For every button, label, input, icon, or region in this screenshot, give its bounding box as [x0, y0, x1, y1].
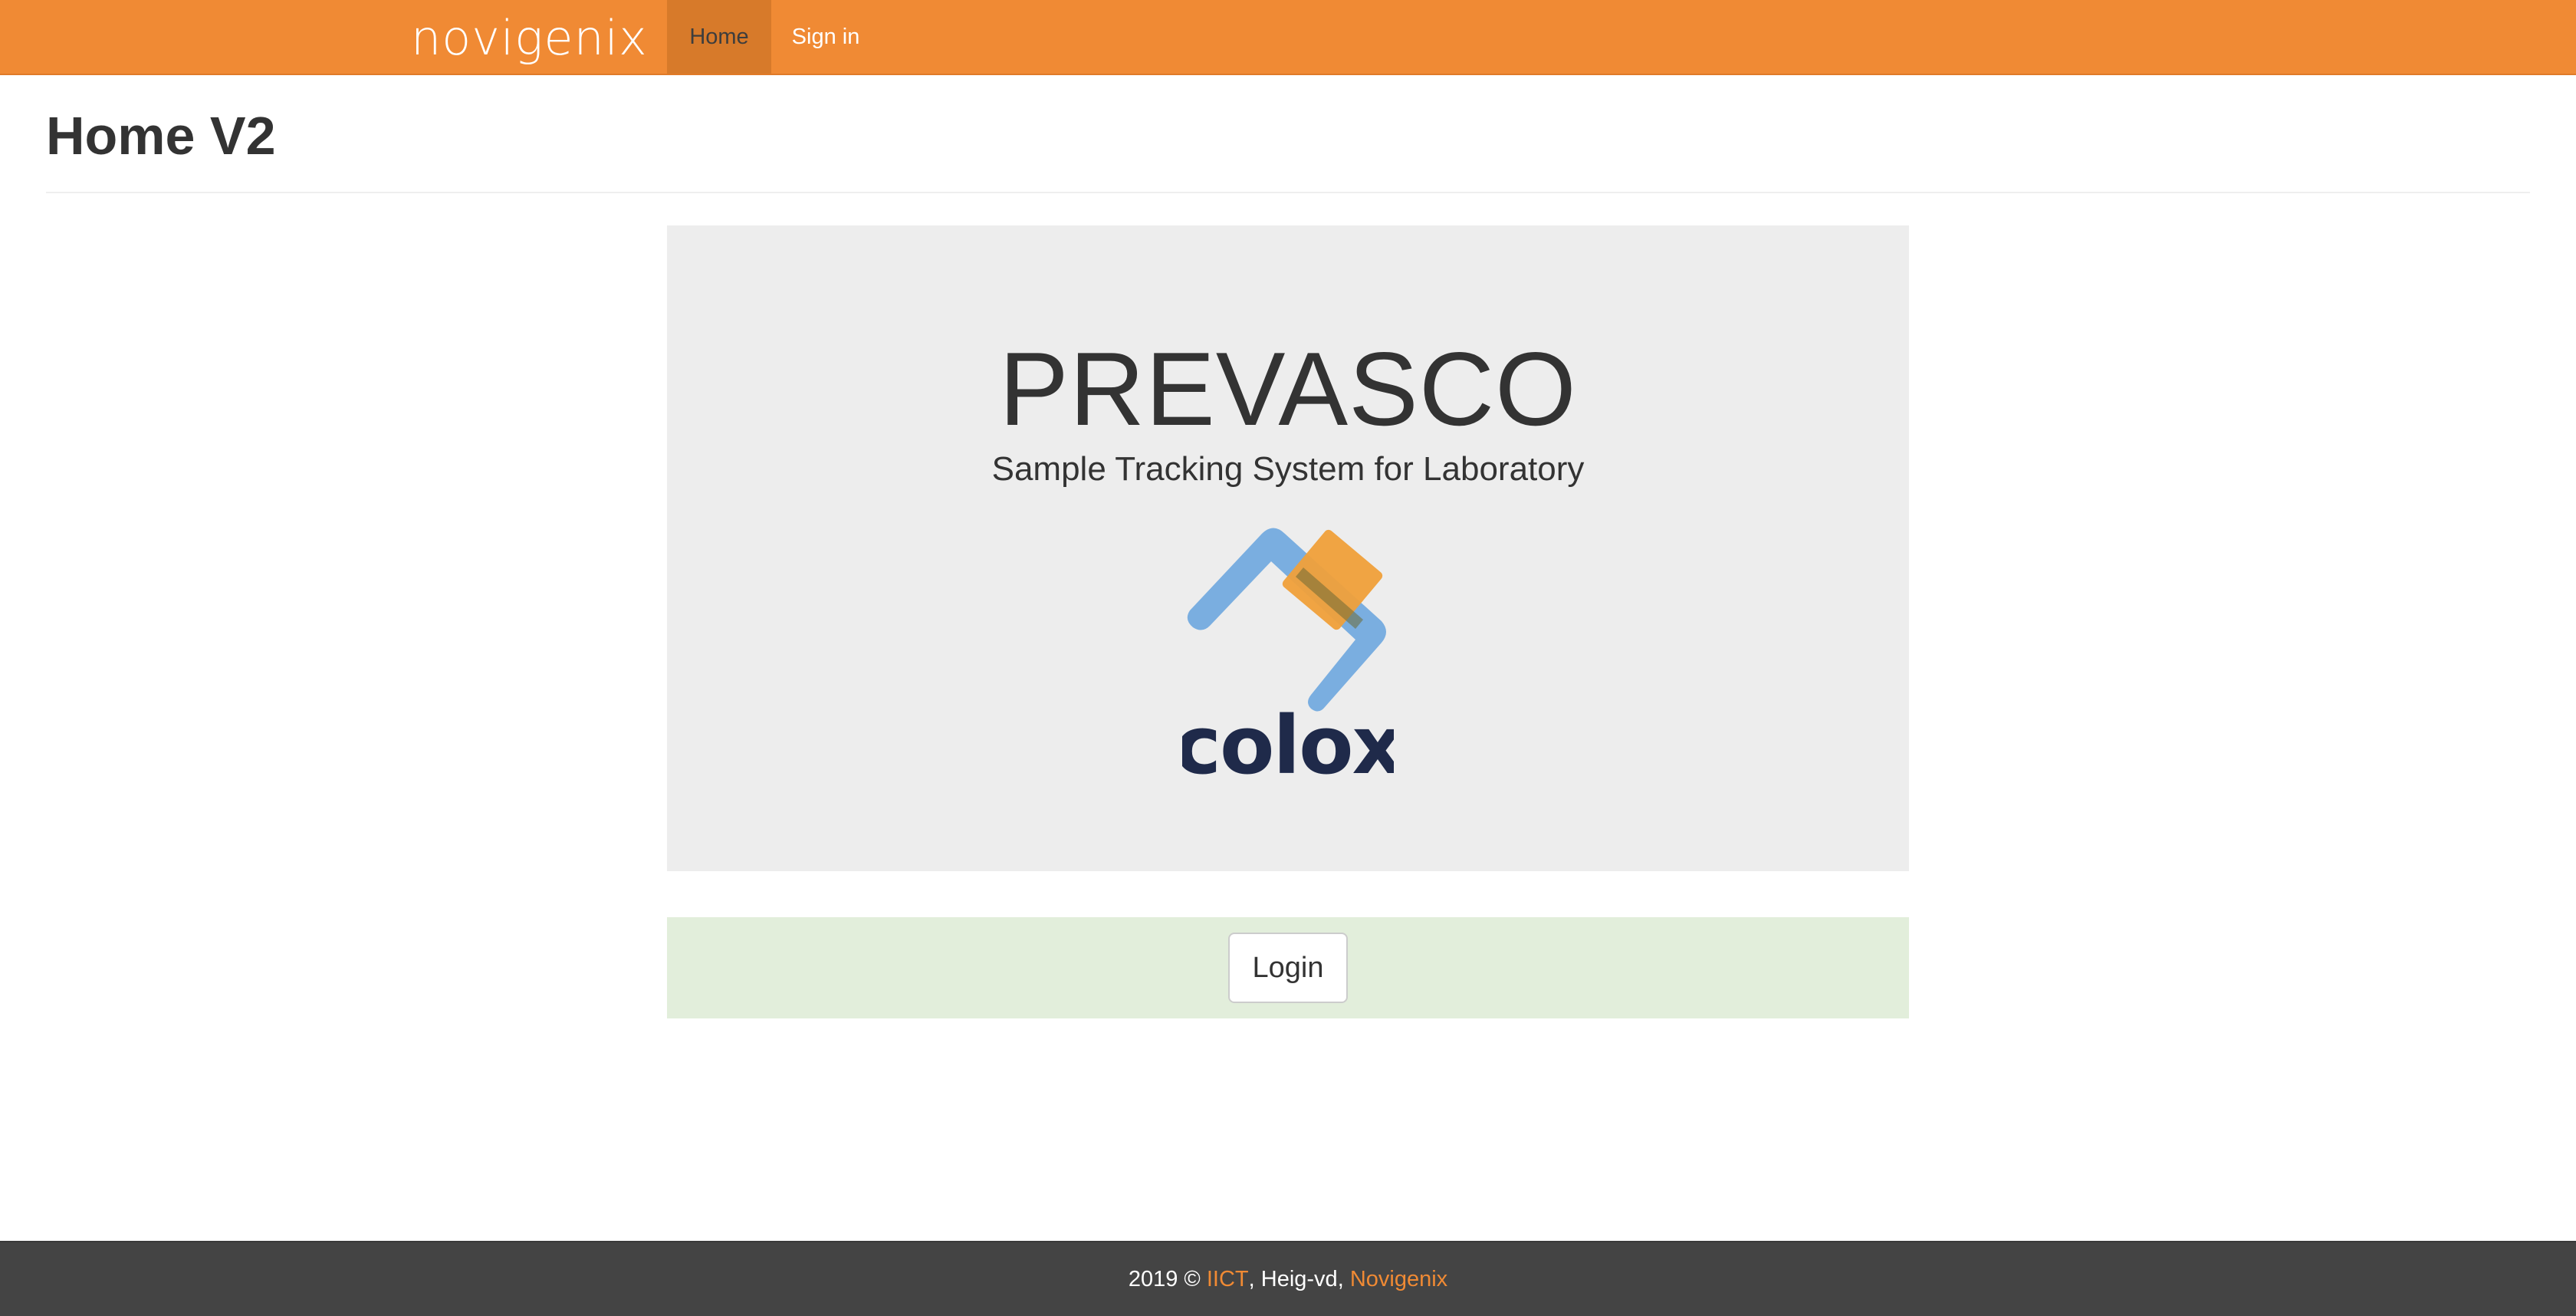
- footer-link-novigenix[interactable]: Novigenix: [1350, 1267, 1447, 1292]
- nav-item-home-label: Home: [689, 24, 749, 49]
- logo-wordmark: colox: [1182, 699, 1394, 781]
- login-panel: Login: [667, 917, 1909, 1018]
- login-button[interactable]: Login: [1228, 933, 1348, 1003]
- footer: 2019 © IICT, Heig-vd, Novigenix: [0, 1241, 2576, 1316]
- app-subtitle: Sample Tracking System for Laboratory: [991, 450, 1585, 488]
- nav-item-sign-in[interactable]: Sign in: [771, 0, 880, 74]
- footer-separator-1: ,: [1248, 1266, 1255, 1291]
- top-navbar: novigenix Home Sign in: [0, 0, 2576, 75]
- nav-item-home[interactable]: Home: [667, 0, 771, 74]
- footer-copyright: 2019 ©: [1128, 1266, 1201, 1291]
- footer-separator-2: ,: [1337, 1266, 1344, 1291]
- footer-link-iict[interactable]: IICT: [1207, 1267, 1249, 1292]
- jumbotron: PREVASCO Sample Tracking System for Labo…: [667, 225, 1909, 871]
- footer-org-heig-vd: Heig-vd: [1260, 1266, 1338, 1291]
- header-divider: [46, 192, 2530, 193]
- page-title: Home V2: [46, 106, 276, 166]
- colox-logo-icon: colox: [1182, 528, 1394, 781]
- brand-logo[interactable]: novigenix: [411, 10, 648, 66]
- app-title: PREVASCO: [999, 331, 1577, 447]
- nav-item-sign-in-label: Sign in: [791, 24, 860, 49]
